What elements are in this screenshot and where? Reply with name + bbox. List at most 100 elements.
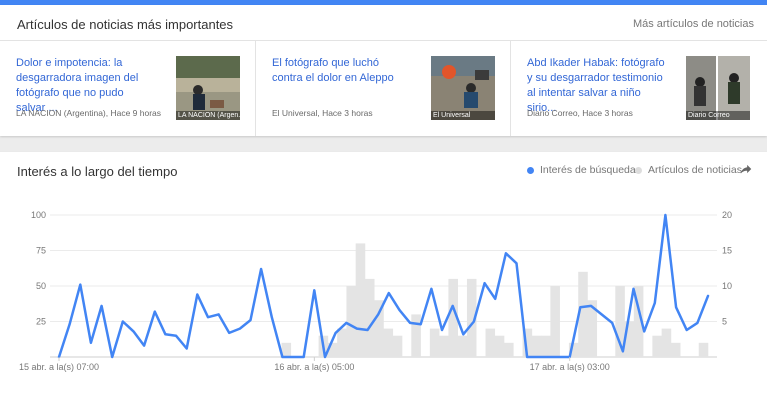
interest-point	[100, 304, 103, 307]
interest-point	[238, 327, 241, 330]
interest-point	[68, 323, 71, 326]
interest-point	[260, 268, 263, 270]
interest-point	[632, 287, 635, 290]
right-axis-tick-label: 10	[722, 281, 732, 291]
interest-point	[462, 333, 465, 336]
news-bar	[494, 335, 505, 357]
interest-point	[707, 295, 709, 297]
interest-point	[164, 333, 167, 336]
news-bar	[531, 335, 542, 357]
left-axis-tick-label: 75	[36, 246, 46, 256]
interest-point	[377, 313, 380, 316]
interest-point	[302, 356, 305, 358]
interest-point	[313, 289, 316, 292]
interest-point	[611, 322, 614, 324]
news-card-title: Artículos de noticias más importantes	[17, 17, 234, 32]
interest-point	[664, 214, 667, 216]
interest-point	[185, 347, 188, 350]
news-bar	[439, 335, 449, 357]
thumbnail-caption: Diario Correo	[686, 111, 750, 120]
article-title-link[interactable]: Dolor e impotencia: la desgarradora imag…	[16, 56, 156, 116]
interest-point	[196, 293, 199, 296]
news-bar	[411, 314, 421, 357]
interest-chart-card: Interés a lo largo del tiempo Interés de…	[0, 152, 767, 401]
news-bar	[429, 328, 440, 357]
interest-point	[483, 282, 486, 285]
article-source: Diario Correo, Hace 3 horas	[527, 108, 633, 118]
interest-point	[696, 322, 699, 324]
interest-point	[153, 310, 156, 313]
interest-point	[579, 306, 582, 309]
x-axis-tick-label: 17 abr. a la(s) 03:00	[530, 362, 610, 372]
interest-point	[217, 313, 220, 316]
article-card[interactable]: Abd Ikader Habak: fotógrafo y su desgarr…	[511, 41, 766, 136]
interest-point	[643, 330, 646, 333]
left-axis-tick-label: 25	[36, 317, 46, 327]
interest-point	[249, 319, 252, 321]
more-news-link[interactable]: Más artículos de noticias	[633, 18, 754, 30]
interest-point	[207, 316, 209, 319]
left-axis-tick-label: 50	[36, 281, 46, 291]
interest-point	[558, 356, 560, 358]
interest-point	[228, 331, 231, 334]
news-bar	[392, 335, 403, 357]
interest-point	[366, 329, 369, 331]
news-bar	[364, 278, 375, 357]
news-bar	[698, 342, 709, 357]
interest-point	[685, 329, 688, 331]
news-bar	[337, 328, 347, 357]
interest-point	[473, 320, 475, 323]
article-card[interactable]: Dolor e impotencia: la desgarradora imag…	[0, 41, 255, 136]
interest-point	[387, 292, 390, 294]
article-source: LA NACION (Argentina), Hace 9 horas	[16, 108, 162, 118]
x-axis-tick-label: 16 abr. a la(s) 05:00	[274, 362, 354, 372]
news-bar	[346, 286, 356, 357]
news-bar	[652, 335, 662, 357]
left-axis-tick-label: 100	[31, 210, 46, 220]
interest-point	[675, 306, 677, 309]
interest-point	[143, 344, 146, 347]
interest-point	[121, 320, 124, 323]
interest-point	[504, 252, 507, 255]
interest-point	[334, 331, 337, 334]
news-bar	[485, 328, 496, 357]
interest-point	[281, 356, 284, 358]
interest-point	[451, 304, 454, 307]
interest-point	[590, 304, 592, 307]
interest-point	[90, 341, 92, 344]
right-axis-tick-label: 15	[722, 246, 732, 256]
interest-point	[600, 313, 603, 316]
interest-point	[324, 356, 326, 358]
interest-point	[292, 356, 294, 358]
interest-chart: 100 75 50 25 20 15 10 5 15 abr. a la(s) 07:00 16 …	[19, 210, 732, 372]
interest-point	[419, 323, 422, 326]
news-bar	[504, 342, 514, 357]
news-bar	[355, 243, 366, 357]
article-thumbnail[interactable]: Diario Correo	[686, 56, 750, 120]
interest-point	[526, 356, 529, 358]
news-bar	[670, 342, 681, 357]
interest-point	[621, 350, 624, 353]
thumbnail-caption: LA NACION (Argen...	[176, 111, 240, 120]
interest-point	[409, 322, 411, 324]
interest-point	[345, 322, 348, 324]
article-thumbnail[interactable]: LA NACION (Argen...	[176, 56, 240, 120]
interest-point	[79, 283, 82, 286]
news-bar	[550, 286, 560, 357]
interest-point	[494, 297, 497, 300]
interest-point	[175, 334, 177, 337]
interest-point	[515, 262, 518, 265]
right-axis-tick-label: 5	[722, 317, 727, 327]
news-bar	[661, 328, 672, 357]
interest-point	[430, 287, 433, 290]
news-bar	[457, 335, 468, 357]
right-axis-tick-label: 20	[722, 210, 732, 220]
news-bar	[383, 328, 394, 357]
interest-point	[547, 356, 550, 358]
article-title-link[interactable]: El fotógrafo que luchó contra el dolor e…	[272, 56, 412, 86]
article-title-link[interactable]: Abd Ikader Habak: fotógrafo y su desgarr…	[527, 56, 667, 116]
thumbnail-caption: El Universal	[431, 111, 495, 120]
article-thumbnail[interactable]: El Universal	[431, 56, 495, 120]
interest-point	[356, 327, 358, 330]
article-card[interactable]: El fotógrafo que luchó contra el dolor e…	[256, 41, 511, 136]
